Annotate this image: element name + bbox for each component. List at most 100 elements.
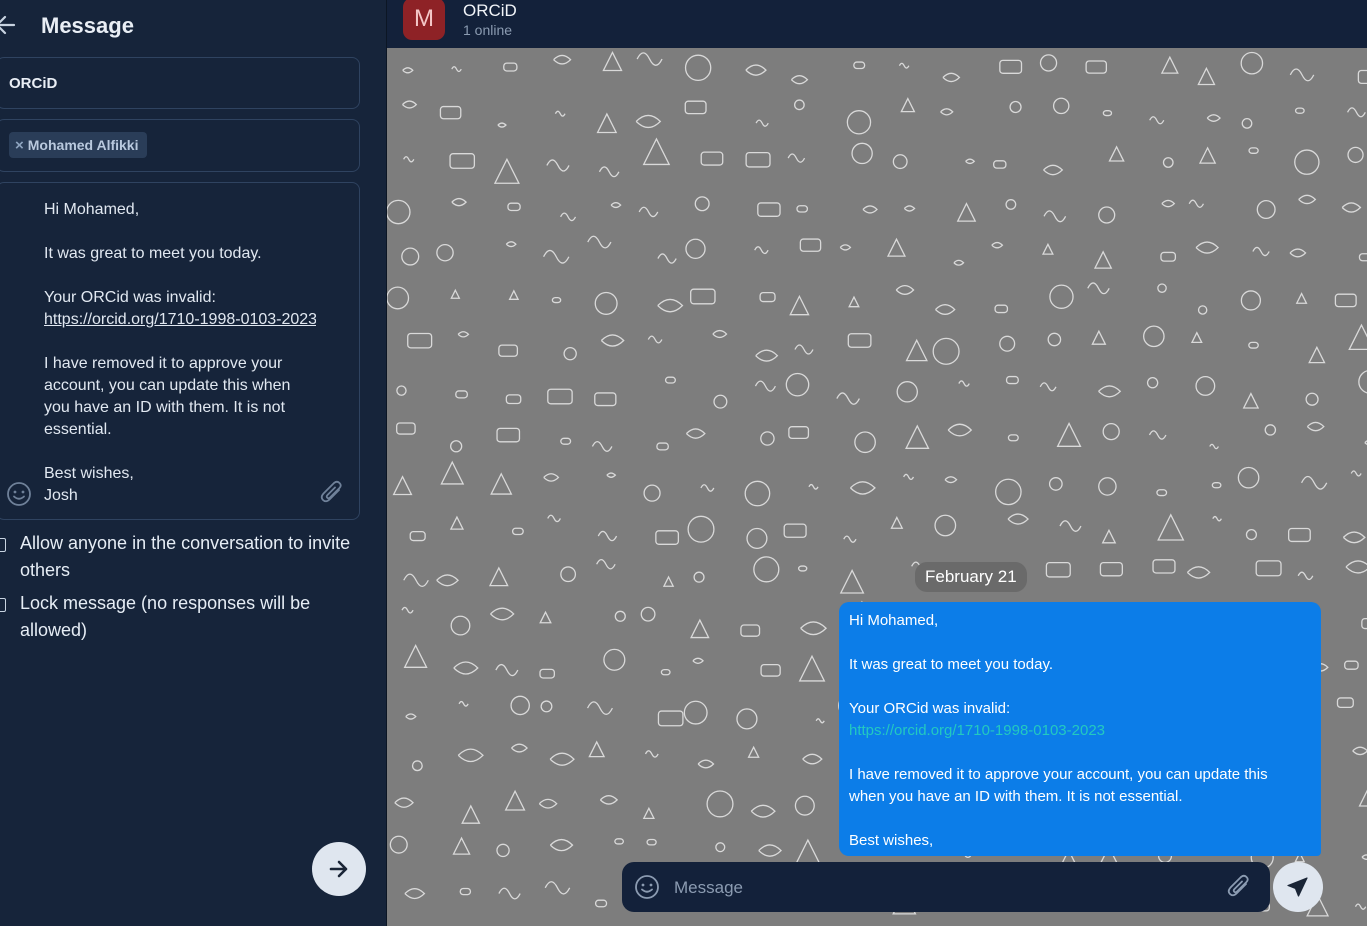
doodle-shape: [602, 50, 623, 72]
doodle-shape: [594, 291, 618, 315]
doodle-shape: [944, 476, 958, 484]
doodle-shape: [1256, 200, 1276, 220]
doodle-shape: [1143, 325, 1165, 348]
allow-invite-option[interactable]: Allow anyone in the conversation to invi…: [0, 530, 362, 584]
message-bubble[interactable]: Hi Mohamed, It was great to meet you tod…: [839, 602, 1321, 856]
doodle-shape: [1288, 527, 1311, 543]
doodle-shape: [800, 621, 827, 636]
paperclip-icon[interactable]: [319, 479, 345, 507]
doodle-shape: [745, 64, 767, 76]
emoji-icon[interactable]: [634, 874, 660, 900]
doodle-shape: [1195, 241, 1220, 254]
doodle-shape: [789, 294, 810, 316]
doodle-shape: [450, 615, 471, 636]
message-body-field[interactable]: Hi Mohamed, It was great to meet you tod…: [0, 182, 360, 520]
emoji-icon[interactable]: [6, 481, 32, 507]
doodle-shape: [942, 72, 961, 83]
doodle-shape: [405, 713, 417, 720]
doodle-shape: [409, 531, 426, 542]
message-body-text[interactable]: Hi Mohamed, It was great to meet you tod…: [44, 199, 316, 507]
doodle-shape: [995, 478, 1022, 506]
doodle-shape: [450, 440, 463, 453]
doodle-shape: [508, 289, 520, 300]
doodle-shape: [1300, 475, 1328, 490]
doodle-shape: [693, 571, 705, 583]
doodle-shape: [932, 337, 960, 365]
doodle-shape: [586, 701, 613, 715]
subject-field[interactable]: ORCiD: [0, 57, 360, 109]
message-text-part2: I have removed it to approve your accoun…: [849, 766, 1268, 856]
lock-message-checkbox[interactable]: [0, 598, 6, 612]
lock-message-option[interactable]: Lock message (no responses will be allow…: [0, 590, 362, 644]
doodle-shape: [697, 759, 715, 769]
doodle-shape: [788, 426, 810, 440]
doodle-shape: [662, 575, 675, 587]
doodle-shape: [490, 472, 513, 495]
doodle-shape: [396, 422, 416, 435]
body-text-part1: Hi Mohamed, It was great to meet you tod…: [44, 201, 262, 306]
doodle-shape: [1346, 107, 1366, 118]
doodle-shape: [1041, 242, 1054, 255]
doodle-shape: [457, 331, 470, 338]
doodle-shape: [1085, 60, 1108, 74]
doodle-shape: [455, 390, 468, 399]
doodle-shape: [599, 795, 619, 805]
doodle-shape: [610, 202, 622, 209]
doodle-shape: [815, 718, 825, 724]
doodle-shape: [940, 108, 954, 116]
doodle-shape: [802, 753, 823, 765]
doodle-shape: [496, 427, 521, 443]
doodle-shape: [759, 291, 776, 303]
doodle-shape: [1305, 392, 1319, 406]
doodle-shape: [493, 157, 520, 184]
doodle-shape: [853, 61, 866, 70]
doodle-shape: [947, 423, 973, 437]
doodle-shape: [898, 62, 910, 69]
doodle-shape: [403, 156, 415, 163]
doodle-shape: [1098, 477, 1117, 496]
doodle-shape: [760, 431, 775, 446]
doodle-shape: [655, 530, 680, 545]
doodle-shape: [504, 789, 526, 811]
send-button[interactable]: [1273, 862, 1323, 912]
message-input[interactable]: [672, 872, 1216, 904]
avatar[interactable]: M: [403, 0, 445, 40]
back-arrow-icon[interactable]: [0, 12, 18, 38]
doodle-shape: [953, 259, 965, 266]
doodle-shape: [389, 835, 408, 854]
doodle-shape: [1162, 157, 1174, 168]
doodle-shape: [402, 67, 414, 74]
doodle-shape: [657, 298, 684, 313]
doodle-shape: [597, 530, 618, 542]
doodle-shape: [794, 344, 814, 355]
doodle-shape: [544, 881, 571, 895]
allow-invite-checkbox[interactable]: [0, 538, 6, 552]
body-link[interactable]: https://orcid.org/1710-1998-0103-2023: [44, 309, 316, 331]
doodle-shape: [540, 700, 553, 713]
message-link[interactable]: https://orcid.org/1710-1998-0103-2023: [849, 722, 1105, 739]
doodle-shape: [750, 804, 776, 818]
doodle-shape: [1146, 377, 1159, 389]
doodle-shape: [505, 394, 522, 405]
doodle-shape: [660, 668, 671, 676]
doodle-shape: [905, 424, 930, 449]
compose-header: Message: [0, 0, 386, 52]
doodle-shape: [755, 119, 769, 127]
doodle-shape: [690, 288, 716, 305]
doodle-shape: [1091, 329, 1107, 345]
doodle-shape: [839, 568, 865, 594]
remove-recipient-icon[interactable]: ×: [15, 137, 24, 154]
doodle-shape: [411, 760, 423, 772]
doodle-shape: [1347, 146, 1364, 164]
chat-name[interactable]: ORCiD: [463, 1, 517, 21]
doodle-shape: [1361, 617, 1367, 630]
doodle-shape: [890, 516, 904, 529]
paperclip-icon[interactable]: [1226, 873, 1252, 901]
doodle-shape: [1108, 145, 1125, 162]
doodle-shape: [495, 663, 519, 677]
doodle-shape: [994, 304, 1009, 314]
next-button[interactable]: [312, 842, 366, 896]
doodle-shape: [790, 75, 809, 85]
recipients-field[interactable]: × Mohamed Alfikki: [0, 119, 360, 172]
doodle-shape: [687, 515, 715, 543]
